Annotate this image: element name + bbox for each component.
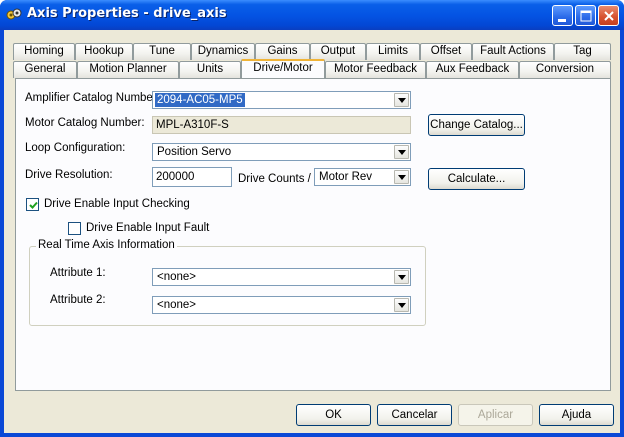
tab-units[interactable]: Units [179, 61, 241, 78]
loop-configuration-value: Position Servo [157, 146, 232, 158]
chevron-down-icon[interactable] [394, 93, 409, 107]
tab-limits[interactable]: Limits [366, 43, 420, 60]
amplifier-catalog-label: Amplifier Catalog Number: [25, 92, 160, 104]
real-time-axis-info-group: Real Time Axis Information [29, 239, 426, 326]
chevron-down-icon[interactable] [394, 270, 409, 284]
tab-offset[interactable]: Offset [420, 43, 472, 60]
change-catalog-button[interactable]: Change Catalog... [428, 114, 525, 136]
motor-catalog-label: Motor Catalog Number: [25, 117, 145, 129]
cancel-button[interactable]: Cancelar [377, 404, 452, 426]
tab-general[interactable]: General [13, 61, 77, 78]
title-bar[interactable]: Axis Properties - drive_axis [0, 0, 624, 30]
tab-tag[interactable]: Tag [554, 43, 611, 60]
drive-motor-page: Amplifier Catalog Number: 2094-AC05-MP5 … [15, 78, 611, 391]
tab-motor-feedback[interactable]: Motor Feedback [325, 61, 426, 78]
ok-button[interactable]: OK [296, 404, 371, 426]
tab-hookup[interactable]: Hookup [75, 43, 133, 60]
maximize-icon [580, 10, 592, 22]
chevron-down-icon[interactable] [394, 170, 409, 184]
attribute-2-select[interactable]: <none> [152, 296, 411, 314]
close-button[interactable] [598, 5, 619, 26]
tab-motion-planner[interactable]: Motion Planner [77, 61, 179, 78]
tab-conversion[interactable]: Conversion [519, 61, 611, 78]
motor-catalog-field: MPL-A310F-S [152, 116, 411, 134]
chevron-down-icon[interactable] [394, 145, 409, 159]
checkmark-icon [29, 201, 38, 209]
dialog-client-area: Homing Hookup Tune Dynamics Gains Output… [4, 30, 620, 433]
apply-button[interactable]: Aplicar [458, 404, 533, 426]
attribute-1-label: Attribute 1: [50, 267, 106, 279]
close-icon [604, 11, 614, 21]
tab-output[interactable]: Output [310, 43, 366, 60]
maximize-button[interactable] [575, 5, 596, 26]
amplifier-catalog-value: 2094-AC05-MP5 [155, 93, 245, 107]
tab-tune[interactable]: Tune [133, 43, 191, 60]
tab-drive-motor[interactable]: Drive/Motor [241, 59, 325, 78]
axis-app-icon [6, 7, 22, 23]
drive-enable-input-checking-checkbox[interactable] [26, 198, 39, 211]
tab-fault-actions[interactable]: Fault Actions [472, 43, 554, 60]
loop-configuration-label: Loop Configuration: [25, 142, 126, 154]
tab-dynamics[interactable]: Dynamics [191, 43, 255, 60]
chevron-down-icon[interactable] [394, 298, 409, 312]
tab-gains[interactable]: Gains [255, 43, 310, 60]
minimize-button[interactable] [552, 5, 573, 26]
help-button[interactable]: Ajuda [539, 404, 614, 426]
drive-counts-label: Drive Counts / [238, 173, 311, 185]
drive-resolution-input[interactable]: 200000 [152, 167, 232, 187]
tab-aux-feedback[interactable]: Aux Feedback [426, 61, 519, 78]
drive-enable-input-fault-label[interactable]: Drive Enable Input Fault [86, 222, 209, 234]
attribute-2-value: <none> [157, 299, 197, 311]
amplifier-catalog-select[interactable]: 2094-AC05-MP5 [152, 91, 411, 109]
calculate-button[interactable]: Calculate... [428, 168, 525, 190]
drive-counts-unit-select[interactable]: Motor Rev [314, 168, 411, 186]
attribute-1-value: <none> [157, 271, 197, 283]
minimize-icon [558, 19, 566, 22]
drive-resolution-label: Drive Resolution: [25, 169, 113, 181]
drive-counts-unit-value: Motor Rev [319, 171, 373, 183]
loop-configuration-select[interactable]: Position Servo [152, 143, 411, 161]
attribute-1-select[interactable]: <none> [152, 268, 411, 286]
axis-properties-window: Axis Properties - drive_axis Homing Hook… [0, 0, 624, 437]
attribute-2-label: Attribute 2: [50, 294, 106, 306]
window-title: Axis Properties - drive_axis [27, 6, 227, 21]
drive-enable-input-checking-label[interactable]: Drive Enable Input Checking [44, 198, 190, 210]
real-time-axis-info-legend: Real Time Axis Information [36, 239, 177, 251]
drive-enable-input-fault-checkbox[interactable] [68, 222, 81, 235]
tab-homing[interactable]: Homing [13, 43, 75, 60]
